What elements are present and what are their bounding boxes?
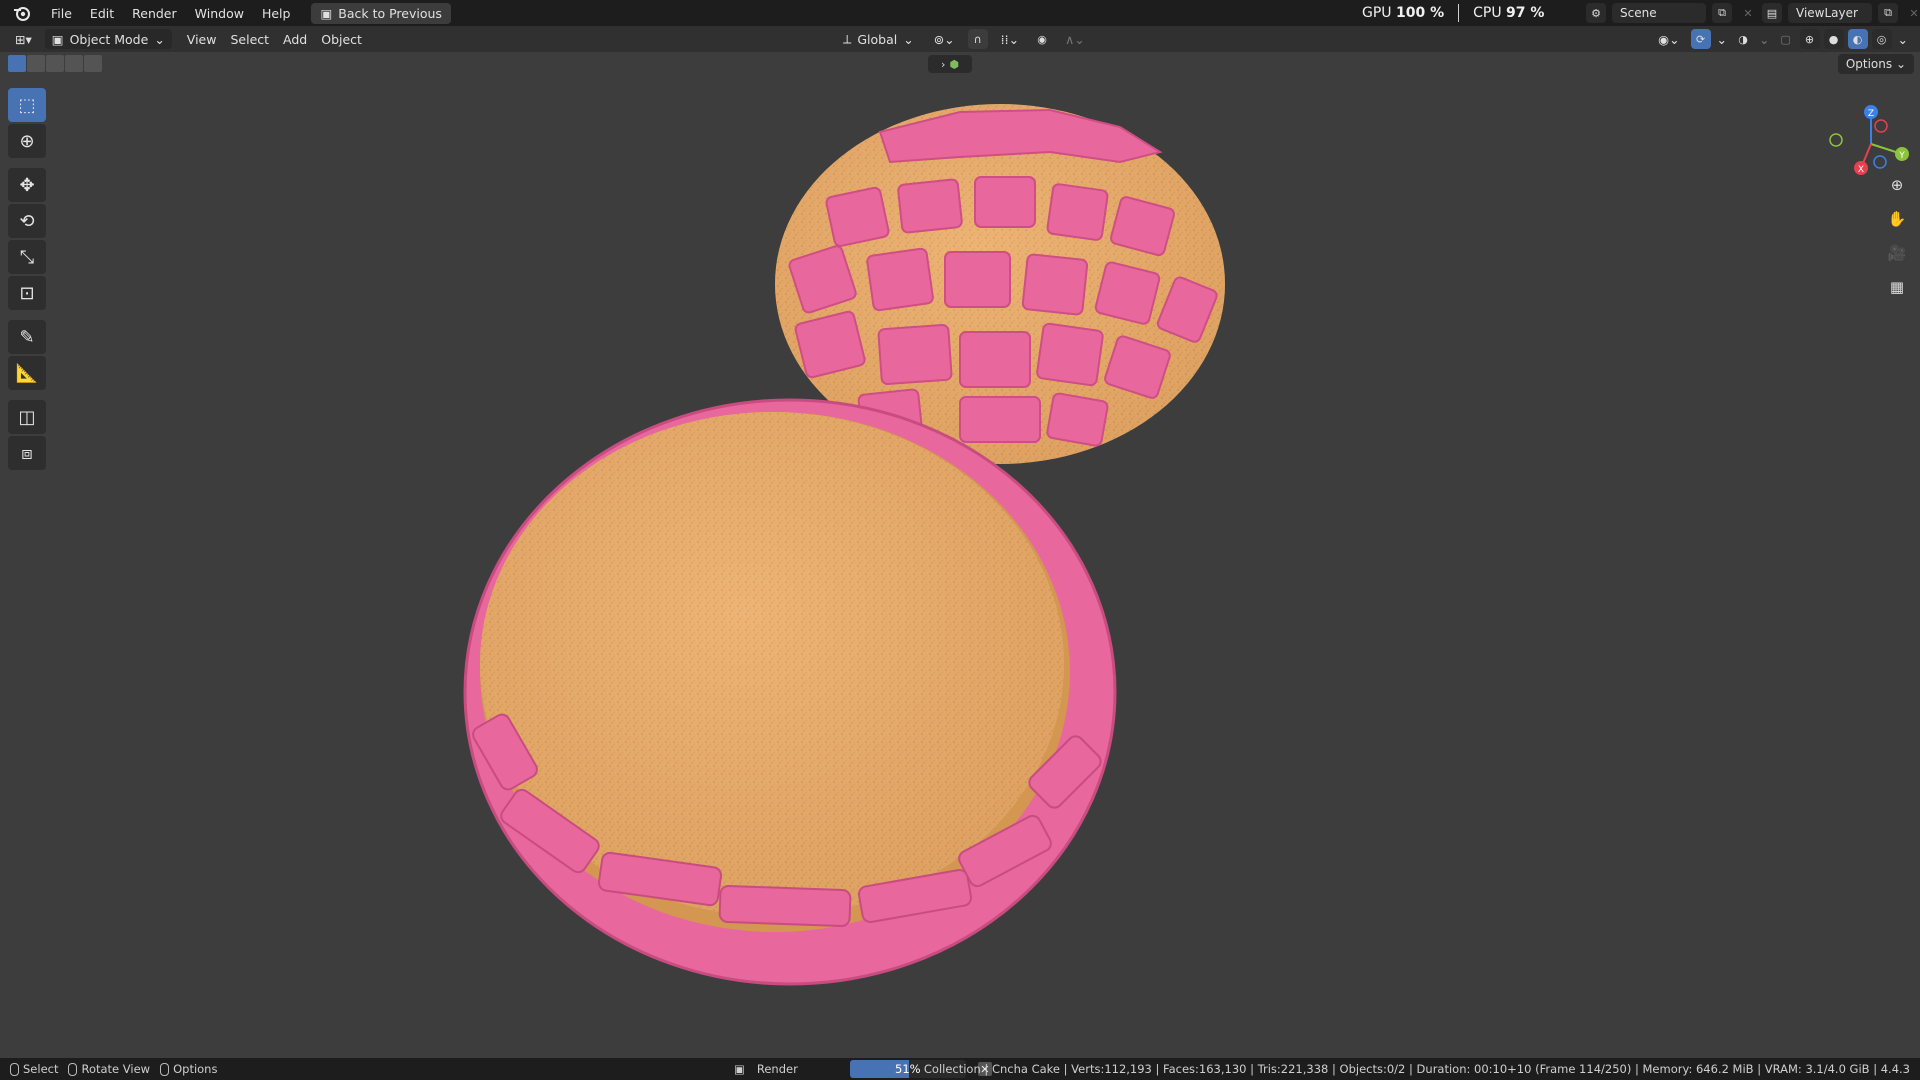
gizmo-neg-y-handle[interactable]: [1829, 133, 1843, 147]
hint-rotate-label: Rotate View: [81, 1062, 151, 1076]
gizmo-y-label: Y: [1898, 151, 1905, 161]
delete-view-layer-icon[interactable]: ✕: [1904, 3, 1920, 23]
object-mode-icon: ▣: [51, 31, 64, 47]
mouse-middle-icon: [68, 1062, 78, 1076]
new-scene-icon[interactable]: ⧉: [1712, 3, 1732, 23]
options-label: Options: [1845, 57, 1893, 71]
xray-icon[interactable]: ▢: [1776, 29, 1796, 49]
cpu-label: CPU: [1473, 5, 1502, 21]
visibility-icon[interactable]: ◉⌄: [1651, 29, 1686, 49]
scene-statistics: Collection | Cncha Cake | Verts:112,193 …: [923, 1062, 1910, 1076]
hint-rotate-view: Rotate View: [68, 1062, 150, 1076]
mouse-right-icon: [160, 1062, 170, 1076]
concha-cake-render[interactable]: [0, 52, 1920, 1058]
menu-render[interactable]: Render: [123, 3, 186, 24]
viewport-display-tools: ◉⌄ ⟳ ⌄ ◑ ⌄ ▢ ⊕ ● ◐ ◎ ⌄: [1651, 29, 1910, 49]
view-layer-browse-icon[interactable]: ▤: [1762, 3, 1782, 23]
hint-options-label: Options: [173, 1062, 218, 1076]
scene-selector: ⚙ Scene ⧉ ✕: [1586, 2, 1758, 24]
performance-readout: GPU 100 % CPU 97 %: [1362, 0, 1544, 26]
back-to-previous-label: Back to Previous: [338, 5, 442, 21]
snap-target-icon[interactable]: ⁞⁞⌄: [994, 29, 1026, 49]
gizmo-toggle-icon[interactable]: ⟳: [1690, 29, 1711, 49]
navigation-gizmo[interactable]: Z Y X: [1826, 94, 1916, 184]
viewport-navigation: ⊕ ✋ 🎥 ▦: [1884, 172, 1910, 300]
menu-help[interactable]: Help: [253, 3, 300, 24]
gizmo-z-label: Z: [1868, 109, 1874, 119]
solid-shading-icon[interactable]: ●: [1823, 29, 1844, 49]
shading-dropdown-icon[interactable]: ⌄: [1896, 29, 1910, 49]
menu-add[interactable]: Add: [276, 29, 314, 49]
mode-label: Object Mode: [69, 31, 149, 47]
screen-back-icon: ▣: [320, 5, 333, 21]
mode-dropdown[interactable]: ▣ Object Mode ⌄: [44, 29, 172, 49]
menu-window[interactable]: Window: [186, 3, 253, 24]
pivot-point-icon[interactable]: ⊚⌄: [927, 29, 962, 49]
transform-orientation-icon: ⟂: [843, 31, 852, 46]
view-layer-selector: ▤ ViewLayer ⧉ ✕: [1762, 2, 1920, 24]
new-view-layer-icon[interactable]: ⧉: [1878, 3, 1898, 23]
gizmo-x-label: X: [1858, 165, 1864, 175]
menu-edit[interactable]: Edit: [81, 3, 123, 24]
scene-name: Scene: [1620, 6, 1657, 20]
orientation-label: Global: [857, 31, 898, 47]
falloff-icon[interactable]: ∧⌄: [1058, 29, 1092, 49]
hint-select: Select: [10, 1062, 58, 1076]
hint-options: Options: [160, 1062, 217, 1076]
view-layer-field[interactable]: ViewLayer: [1788, 3, 1872, 23]
hint-select-label: Select: [23, 1062, 59, 1076]
view-layer-name: ViewLayer: [1796, 6, 1858, 20]
blender-logo-icon[interactable]: [10, 1, 34, 25]
proportional-edit-icon[interactable]: ◉: [1032, 29, 1052, 49]
gizmo-neg-x-handle[interactable]: [1874, 119, 1888, 133]
wireframe-shading-icon[interactable]: ⊕: [1799, 29, 1820, 49]
menu-select[interactable]: Select: [223, 29, 276, 49]
gpu-label: GPU: [1362, 5, 1392, 21]
camera-view-icon[interactable]: 🎥: [1884, 240, 1910, 266]
options-dropdown[interactable]: Options ⌄: [1837, 54, 1914, 74]
gizmo-neg-z-handle[interactable]: [1873, 155, 1887, 169]
3d-viewport[interactable]: › ⬢ ⬚ ⊕ ✥ ⟲ ⤡ ⊡ ✎ 📐 ◫ ⧈ Options ⌄ Z Y X …: [0, 52, 1920, 1058]
render-job-label: Render: [756, 1062, 798, 1076]
scene-browse-icon[interactable]: ⚙: [1586, 3, 1606, 23]
menu-file[interactable]: File: [42, 3, 81, 24]
pan-hand-icon[interactable]: ✋: [1884, 206, 1910, 232]
rendered-shading-icon[interactable]: ◎: [1871, 29, 1892, 49]
delete-scene-icon[interactable]: ✕: [1738, 3, 1758, 23]
concha-front[interactable]: [463, 398, 1117, 986]
orientation-dropdown[interactable]: ⟂ Global ⌄: [836, 29, 921, 49]
render-job-icon[interactable]: ▣: [734, 1062, 745, 1076]
zoom-icon[interactable]: ⊕: [1884, 172, 1910, 198]
editor-type-icon[interactable]: ⊞▾: [8, 29, 39, 49]
gizmo-dropdown-icon[interactable]: ⌄: [1715, 29, 1729, 49]
overlays-icon[interactable]: ◑: [1733, 29, 1753, 49]
grid-perspective-icon[interactable]: ▦: [1884, 274, 1910, 300]
menu-object[interactable]: Object: [314, 29, 369, 49]
material-shading-icon[interactable]: ◐: [1847, 29, 1868, 49]
back-to-previous-button[interactable]: ▣ Back to Previous: [311, 2, 451, 24]
transform-tools: ⟂ Global ⌄ ⊚⌄ ∩ ⁞⁞⌄ ◉ ∧⌄: [836, 29, 1092, 49]
chevron-down-icon: ⌄: [154, 31, 165, 47]
mouse-left-icon: [10, 1062, 19, 1076]
menu-view[interactable]: View: [180, 29, 224, 49]
overlays-dropdown-icon[interactable]: ⌄: [1757, 29, 1771, 49]
cpu-value: 97 %: [1506, 5, 1545, 21]
viewport-header: ⊞▾ ▣ Object Mode ⌄ View Select Add Objec…: [0, 26, 1920, 52]
snap-toggle-icon[interactable]: ∩: [967, 29, 988, 49]
gpu-value: 100 %: [1396, 5, 1445, 21]
divider: [1458, 4, 1460, 22]
scene-name-field[interactable]: Scene: [1612, 3, 1706, 23]
status-bar: Select Rotate View Options ▣ Render 51% …: [0, 1058, 1920, 1080]
chevron-down-icon: ⌄: [903, 31, 914, 47]
